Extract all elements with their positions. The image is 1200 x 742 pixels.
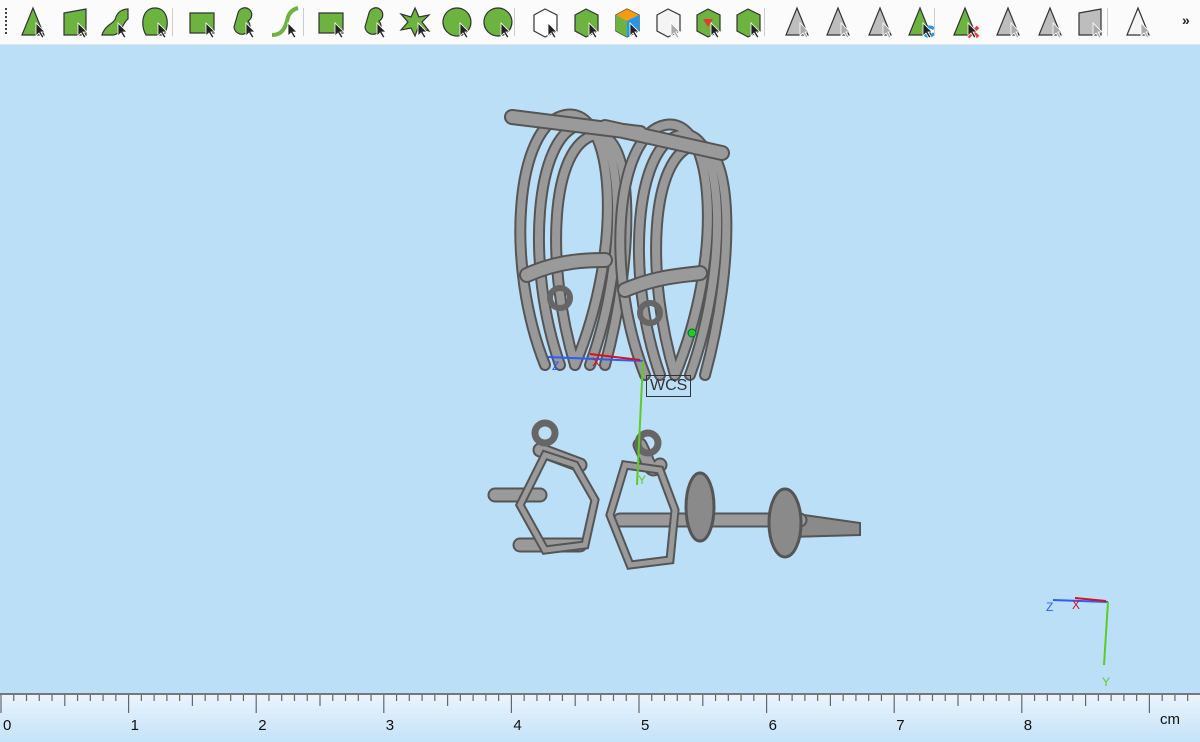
cube-select-white-icon [533,8,558,39]
tool-mesh-blob-button[interactable] [357,5,391,39]
gray-select-3-icon [868,6,893,39]
view-select-icon [1126,6,1151,39]
blob-brush-icon [233,7,256,39]
tool-cube-select-white-button[interactable] [528,5,562,39]
earring-bottom [487,419,861,570]
tool-blob-brush-button[interactable] [226,5,260,39]
ruler-label: 8 [1023,717,1033,734]
tool-ellipse-select-button[interactable] [481,5,515,39]
tool-swap-select-button[interactable] [903,5,937,39]
star-select-icon [399,6,431,39]
rect-brush-icon [189,12,216,39]
mesh-select-icon [318,12,345,39]
toolbar-separator [303,8,304,36]
tool-gray-select-3-button[interactable] [863,5,897,39]
toolbar-separator [934,8,935,36]
toolbar-separator [172,8,173,36]
corner-x-label: X [1072,598,1081,612]
gray-plane-icon [1078,8,1103,39]
ruler-label: 7 [896,717,905,734]
model-render [487,45,1109,666]
toolbar-separator [514,8,515,36]
tool-star-select-button[interactable] [398,5,432,39]
tool-view-select-button[interactable] [1121,5,1155,39]
tool-cube-select-ghost-button[interactable] [651,5,685,39]
corner-z-label: Z [1046,600,1054,614]
wcs-y-label: Y [638,473,647,487]
cube-select-color-icon [615,8,640,39]
toolbar-overflow-button[interactable]: » [1182,12,1190,28]
pivot-point[interactable] [687,328,697,338]
select-vertex-icon [21,6,46,39]
tool-gray-plane-button[interactable] [1073,5,1107,39]
ruler-label: 5 [641,717,650,734]
select-face-icon [63,8,88,39]
ruler-label: 0 [3,717,12,734]
corner-y-label: Y [1102,675,1111,689]
toolbar: » [0,0,1200,45]
gray-select-2-icon [826,6,851,39]
cube-select-red-icon [696,8,721,39]
toolbar-separator [1107,8,1108,36]
tool-cube-select-green-button[interactable] [569,5,603,39]
tool-rect-brush-button[interactable] [186,5,220,39]
wheel-select-icon [442,7,472,39]
tool-gray-split-button[interactable] [991,5,1025,39]
swap-select-icon [908,6,936,39]
gray-split-icon [996,6,1021,39]
tool-select-face-button[interactable] [58,5,92,39]
toolbar-separator [764,8,765,36]
select-shell-icon [142,7,168,39]
ruler-unit: cm [1160,711,1180,728]
ellipse-select-icon [483,7,513,39]
cube-select-ghost-icon [656,8,681,39]
ruler-label: 1 [130,717,139,734]
gray-select-icon [785,6,810,39]
wcs-x-label: X [592,355,601,369]
cube-select-green-icon [574,8,599,39]
wcs-label: WCS [646,375,692,397]
curve-brush-icon [271,6,299,39]
gray-copy-icon [1038,6,1063,39]
tool-cube-select-red-button[interactable] [691,5,725,39]
wcs-z-label: Z [552,359,560,373]
tool-select-vertex-button[interactable] [16,5,50,39]
tool-delete-select-button[interactable] [948,5,982,39]
view-cube-axes [1052,597,1109,666]
delete-select-icon [953,6,980,39]
tool-gray-select-button[interactable] [780,5,814,39]
ruler-label: 4 [513,717,522,734]
cube-select-plus-icon [736,8,761,39]
ruler-label: 6 [768,717,777,734]
tool-cube-select-color-button[interactable] [610,5,644,39]
ruler: 0 1 2 3 4 5 6 7 8 cm [0,693,1200,742]
tool-gray-select-2-button[interactable] [821,5,855,39]
tool-cube-select-plus-button[interactable] [731,5,765,39]
ruler-ticks [0,695,1189,713]
mesh-blob-icon [364,7,387,39]
tool-mesh-select-button[interactable] [315,5,349,39]
select-surface-icon [101,8,129,39]
tool-select-surface-button[interactable] [98,5,132,39]
tool-select-shell-button[interactable] [138,5,172,39]
ruler-label: 2 [258,717,267,734]
tool-wheel-select-button[interactable] [440,5,474,39]
toolbar-grip[interactable] [5,8,7,36]
ruler-label: 3 [385,717,395,734]
tool-gray-copy-button[interactable] [1033,5,1067,39]
tool-curve-brush-button[interactable] [268,5,302,39]
3d-viewport[interactable]: Z X Y Z X Y [0,45,1200,693]
